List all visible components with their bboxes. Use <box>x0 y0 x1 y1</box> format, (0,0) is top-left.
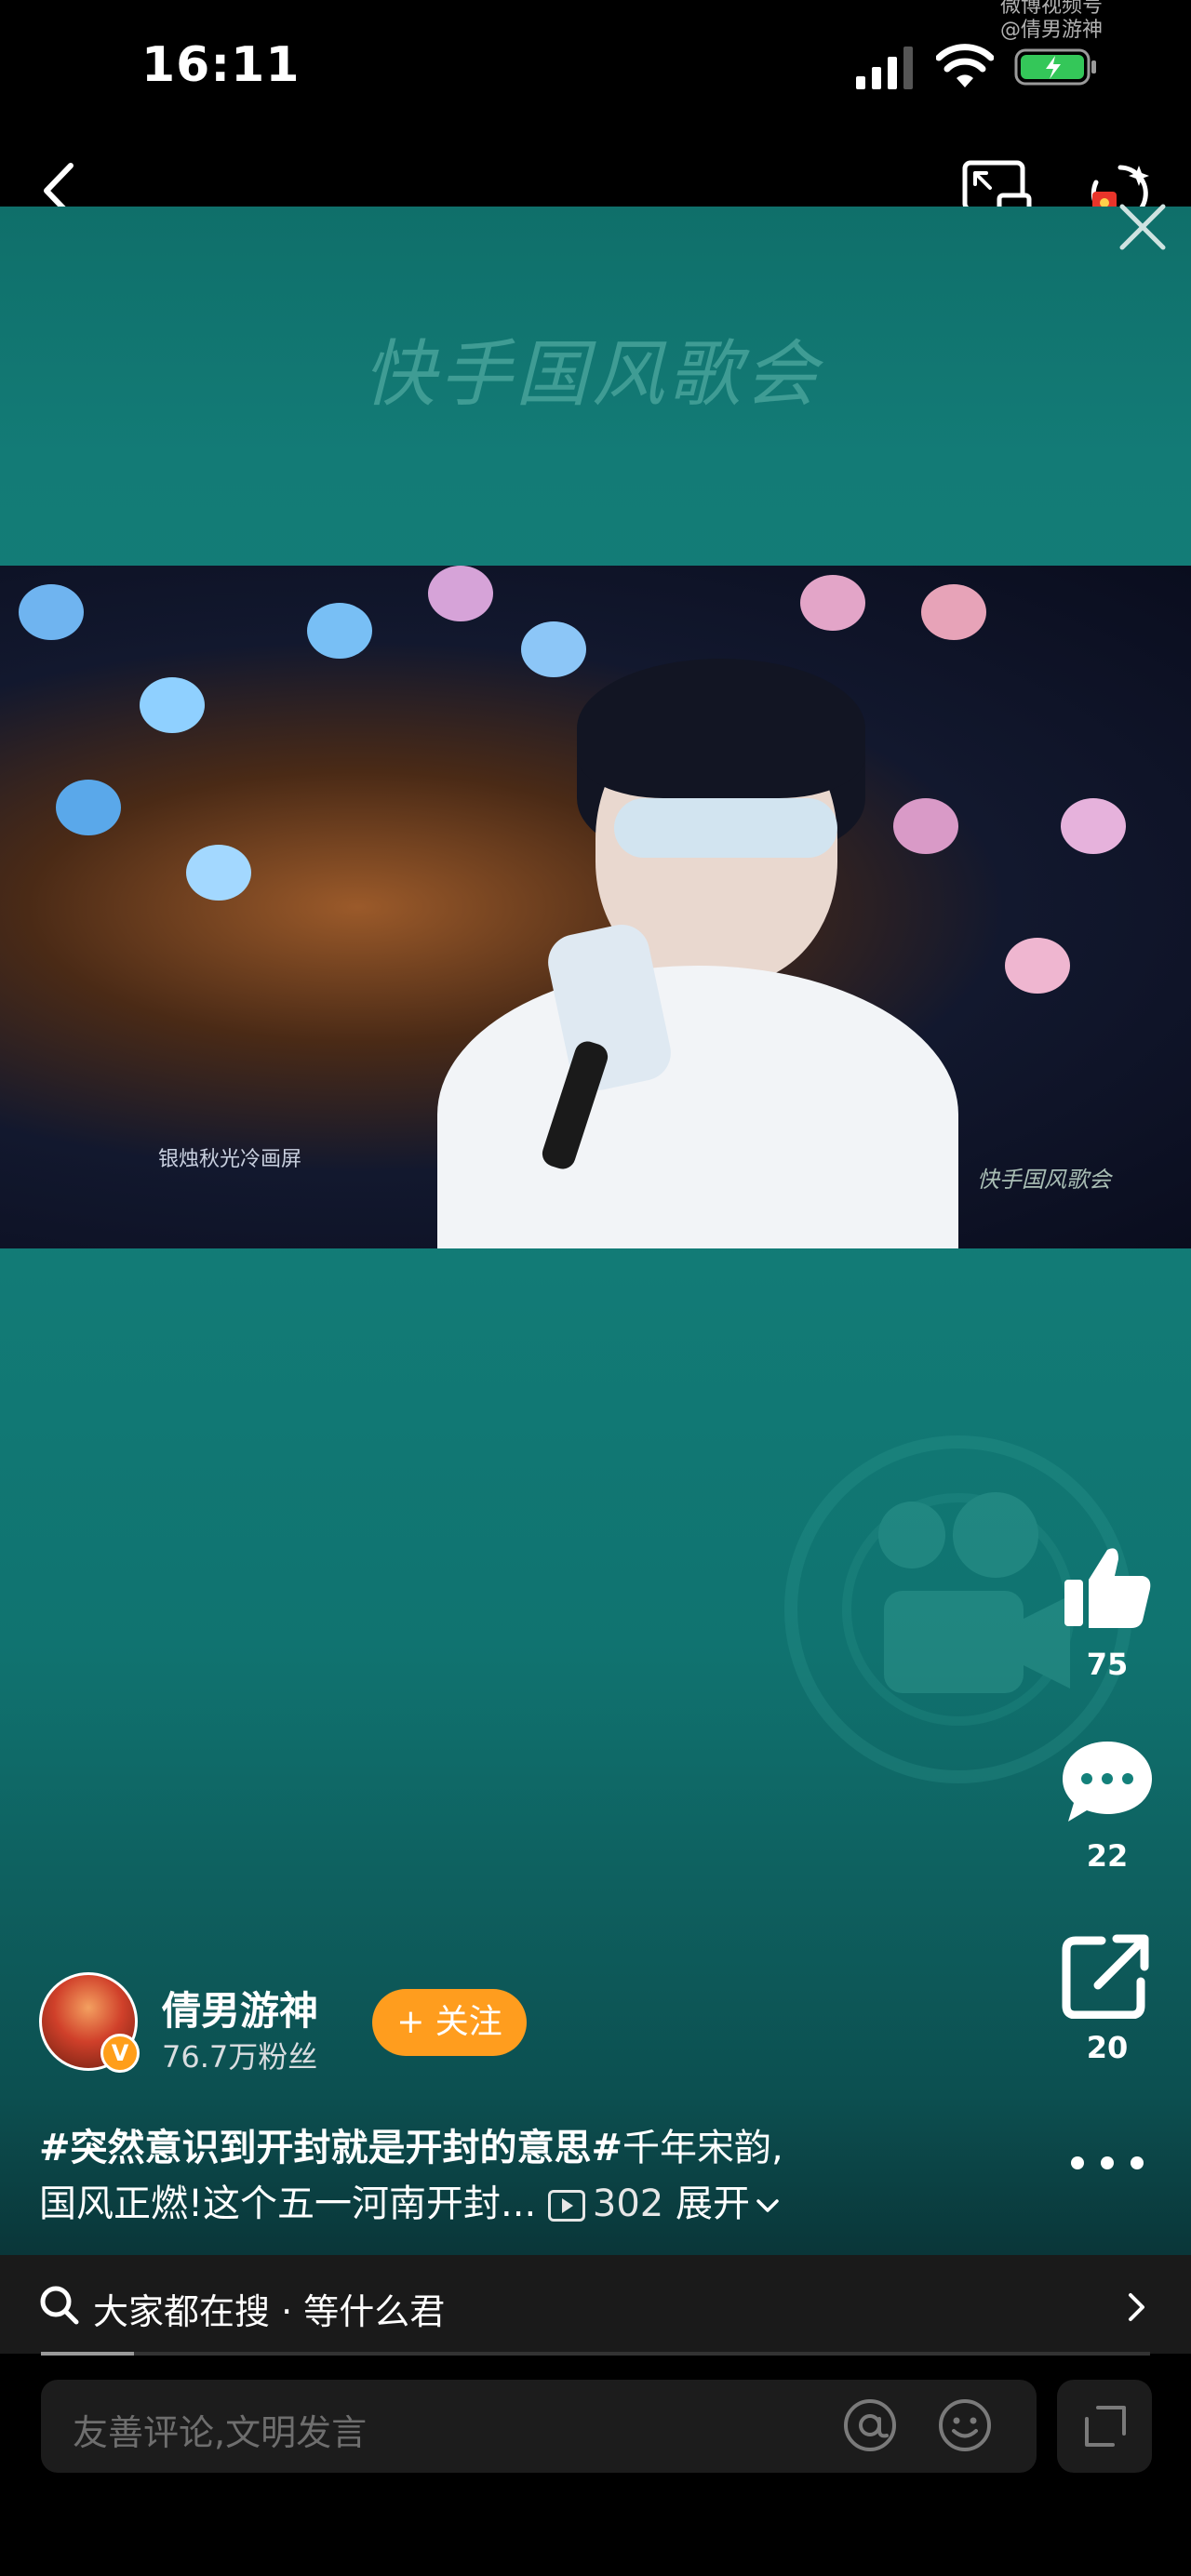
follow-button[interactable]: + 关注 <box>372 1989 527 2056</box>
at-icon[interactable] <box>841 2396 899 2454</box>
watermark: 微博视频号 @倩男游神 <box>1000 0 1103 43</box>
watermark-line1: 微博视频号 <box>999 0 1103 18</box>
watermark-line2: @倩男游神 <box>999 19 1103 42</box>
video-banner-title: 快手国风歌会 <box>363 333 822 417</box>
description-line1[interactable]: #突然意识到开封就是开封的意思#千年宋韵, <box>39 2117 783 2171</box>
description-text-2: 国风正燃!这个五一河南开封... <box>39 2182 537 2225</box>
like-icon[interactable] <box>1061 1544 1154 1630</box>
video-subtitle: 银烛秋光冷画屏 <box>158 1148 302 1171</box>
battery-icon <box>1014 48 1096 86</box>
chevron-down-icon[interactable] <box>754 2195 782 2217</box>
hashtag[interactable]: #突然意识到开封就是开封的意思# <box>39 2127 622 2169</box>
description-line2[interactable]: 国风正燃!这个五一河南开封... 302 展开 <box>39 2173 782 2227</box>
chevron-right-icon[interactable] <box>1126 2290 1148 2324</box>
view-count: 302 <box>592 2182 664 2225</box>
author-name[interactable]: 倩男游神 <box>162 1980 318 2036</box>
performer-mask <box>614 798 837 858</box>
share-icon[interactable] <box>1061 1929 1154 2019</box>
video-frame: 银烛秋光冷画屏 快手国风歌会 <box>0 566 1191 1248</box>
performer-body <box>437 966 958 1248</box>
performer-hair-top <box>577 659 865 798</box>
emoji-icon[interactable] <box>936 2396 994 2454</box>
follower-count: 76.7万粉丝 <box>162 2039 318 2075</box>
expand-link[interactable]: 展开 <box>676 2182 750 2225</box>
close-icon[interactable] <box>1113 197 1172 257</box>
expand-icon[interactable] <box>1081 2402 1130 2450</box>
comment-icon[interactable] <box>1059 1736 1156 1825</box>
description-text: 千年宋韵, <box>622 2127 783 2169</box>
search-icon <box>40 2286 79 2325</box>
more-icon[interactable] <box>1066 2149 1148 2177</box>
share-count: 20 <box>1086 2030 1129 2065</box>
wifi-icon <box>936 44 994 87</box>
play-count-icon <box>547 2190 585 2222</box>
like-count: 75 <box>1086 1647 1129 1682</box>
status-time: 16:11 <box>141 37 301 93</box>
verified-badge: V <box>100 2034 140 2073</box>
signal-icon <box>856 47 913 89</box>
video-channel-mark: 快手国风歌会 <box>977 1167 1111 1193</box>
comment-placeholder[interactable]: 友善评论,文明发言 <box>73 2404 367 2455</box>
comment-count: 22 <box>1086 1838 1129 1874</box>
trending-search-text[interactable]: 大家都在搜 · 等什么君 <box>93 2283 445 2334</box>
